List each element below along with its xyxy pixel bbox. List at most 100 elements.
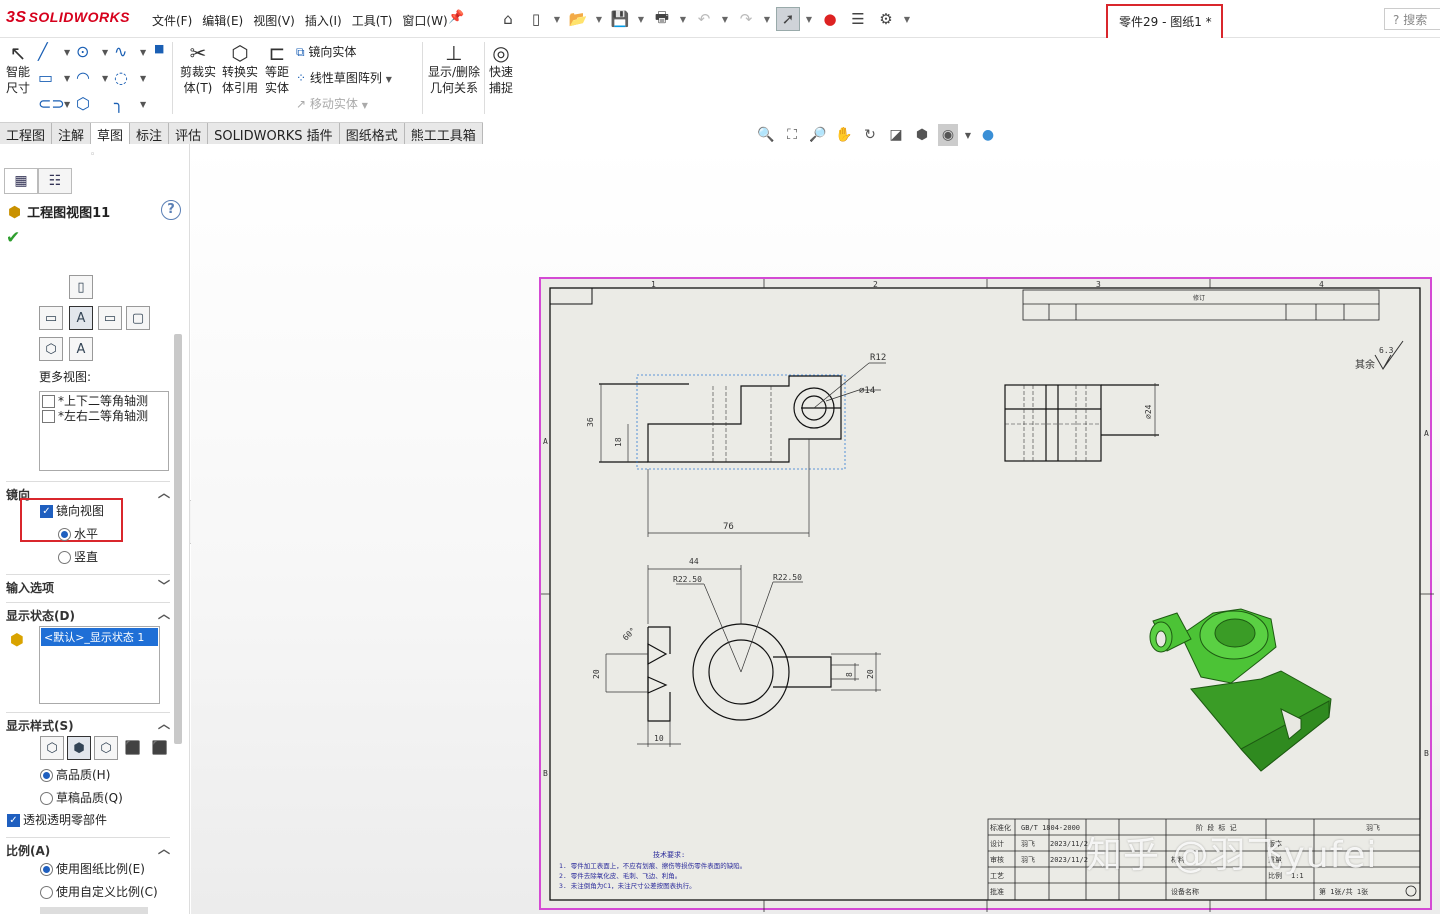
line-icon[interactable]: ╱: [38, 42, 48, 61]
chevron-down-icon[interactable]: ▼: [64, 48, 70, 57]
spline-icon[interactable]: ∿: [114, 42, 127, 61]
print-icon[interactable]: 🖶: [650, 7, 674, 31]
view-right-button[interactable]: ▭: [98, 306, 122, 330]
radio[interactable]: [58, 551, 71, 564]
pin-icon[interactable]: 📌: [448, 10, 464, 25]
chevron-down-icon[interactable]: ﹀: [158, 577, 170, 594]
wireframe-button[interactable]: ⬡: [40, 736, 64, 760]
view-back-button[interactable]: ▢: [126, 306, 150, 330]
section-icon[interactable]: ◪: [886, 124, 906, 146]
panel-scrollbar[interactable]: [174, 334, 182, 744]
shaded-edges-button[interactable]: ⬛: [121, 736, 145, 760]
scale-header[interactable]: 比例(A) ︿: [6, 837, 170, 859]
chevron-down-icon[interactable]: ▼: [64, 74, 70, 83]
tab-sheet-format[interactable]: 图纸格式: [339, 123, 405, 144]
chevron-up-icon[interactable]: ︿: [158, 840, 170, 857]
ellipse-icon[interactable]: ◌: [114, 68, 128, 87]
menu-edit[interactable]: 编辑(E): [202, 12, 243, 29]
shaded-button[interactable]: ⬛: [148, 736, 172, 760]
home-icon[interactable]: ⌂: [496, 7, 520, 31]
display-state-item[interactable]: <默认>_显示状态 1: [41, 628, 158, 646]
chevron-down-icon[interactable]: ▼: [140, 48, 146, 57]
view-left-button[interactable]: ▭: [39, 306, 63, 330]
quick-snaps-button[interactable]: ◎ 快速 捕捉: [486, 42, 516, 96]
tab-sketch[interactable]: 草图: [91, 123, 131, 144]
open-folder-icon[interactable]: 📂: [566, 7, 590, 31]
menu-file[interactable]: 文件(F): [152, 12, 192, 29]
file-properties-icon[interactable]: ☰: [846, 7, 870, 31]
tab-xiong-toolbox[interactable]: 熊工工具箱: [404, 123, 483, 144]
undo-icon[interactable]: ↶: [692, 7, 716, 31]
redo-icon[interactable]: ↷: [734, 7, 758, 31]
chevron-down-icon[interactable]: ▼: [386, 75, 392, 84]
gear-icon[interactable]: ⚙: [874, 7, 898, 31]
use-sheet-scale-radio[interactable]: 使用图纸比例(E): [40, 862, 145, 877]
radio[interactable]: [40, 769, 53, 782]
hidden-removed-button[interactable]: ⬡: [94, 736, 118, 760]
chevron-down-icon[interactable]: ▼: [804, 7, 814, 31]
property-manager-tab-icon[interactable]: ▦: [4, 168, 38, 194]
chevron-down-icon[interactable]: ▼: [636, 7, 646, 31]
display-state-header[interactable]: 显示状态(D) ︿: [6, 602, 170, 624]
display-state-list[interactable]: <默认>_显示状态 1: [39, 626, 160, 704]
new-document-icon[interactable]: ▯: [524, 7, 548, 31]
chevron-down-icon[interactable]: ▼: [902, 7, 912, 31]
chevron-down-icon[interactable]: ▼: [64, 100, 70, 109]
view-front-button[interactable]: A: [69, 306, 93, 330]
feature-tree-tab-icon[interactable]: ☷: [38, 168, 72, 194]
trim-entities-button[interactable]: ✂ 剪裁实 体(T): [178, 42, 218, 96]
polygon-icon[interactable]: ⬡: [76, 94, 90, 113]
tab-addins[interactable]: SOLIDWORKS 插件: [208, 123, 340, 144]
rectangle-icon[interactable]: ▭: [38, 68, 53, 87]
linear-pattern-button[interactable]: ⁘ 线性草图阵列 ▼: [296, 70, 392, 88]
view-bottom-button[interactable]: A: [69, 337, 93, 361]
smart-dimension-button[interactable]: ↖ 智能 尺寸: [4, 42, 32, 96]
circle-icon[interactable]: ⊙: [76, 42, 89, 61]
convert-entities-button[interactable]: ⬡ 转换实 体引用: [220, 42, 260, 96]
chevron-up-icon[interactable]: ︿: [158, 715, 170, 732]
transparent-checkbox[interactable]: ✓ 透视透明零部件: [7, 813, 107, 828]
horizontal-radio[interactable]: 水平: [58, 527, 98, 542]
tab-evaluate[interactable]: 评估: [169, 123, 209, 144]
app-logo[interactable]: 3S SOLIDWORKS: [6, 9, 130, 27]
ok-check-icon[interactable]: ✔: [6, 228, 20, 248]
zoom-area-icon[interactable]: ⛶: [782, 124, 802, 146]
menu-insert[interactable]: 插入(I): [305, 12, 342, 29]
menu-window[interactable]: 窗口(W): [402, 12, 447, 29]
chevron-up-icon[interactable]: ︿: [158, 605, 170, 622]
move-entities-button[interactable]: ↗ 移动实体 ▼: [296, 96, 368, 114]
arc-icon[interactable]: ◠: [76, 68, 90, 87]
drawing-sheet[interactable]: 1 2 3 4 A B A B 修订 其余 6.3 36 18 76 R12 ⌀…: [539, 277, 1434, 912]
appearance-icon[interactable]: ●: [978, 124, 998, 146]
menu-tools[interactable]: 工具(T): [352, 12, 393, 29]
display-relations-button[interactable]: ⊥ 显示/删除 几何关系: [426, 42, 482, 96]
view-iso-button[interactable]: ⬡: [39, 337, 63, 361]
point-icon[interactable]: ■: [154, 42, 164, 55]
use-custom-scale-radio[interactable]: 使用自定义比例(C): [40, 885, 158, 900]
radio[interactable]: [40, 863, 53, 876]
offset-entities-button[interactable]: ⊏ 等距 实体: [262, 42, 292, 96]
radio[interactable]: [58, 528, 71, 541]
slot-icon[interactable]: ⊂⊃: [38, 94, 65, 113]
high-quality-radio[interactable]: 高品质(H): [40, 768, 110, 783]
chevron-down-icon[interactable]: ▼: [678, 7, 688, 31]
chevron-down-icon[interactable]: ▼: [140, 100, 146, 109]
display-style-header[interactable]: 显示样式(S) ︿: [6, 712, 170, 734]
pan-icon[interactable]: ✋: [834, 124, 854, 146]
import-options-header[interactable]: 输入选项 ﹀: [6, 574, 170, 596]
check-icon[interactable]: ✓: [40, 505, 53, 518]
chevron-up-icon[interactable]: ︿: [158, 484, 170, 501]
chevron-down-icon[interactable]: ▼: [362, 101, 368, 110]
vertical-radio[interactable]: 竖直: [58, 550, 98, 565]
tab-annotation[interactable]: 注解: [52, 123, 92, 144]
chevron-down-icon[interactable]: ▼: [964, 124, 972, 146]
checkbox[interactable]: [42, 410, 55, 423]
rotate-icon[interactable]: ↻: [860, 124, 880, 146]
hidden-visible-button[interactable]: ⬢: [67, 736, 91, 760]
menu-view[interactable]: 视图(V): [253, 12, 295, 29]
tab-drawing[interactable]: 工程图: [0, 123, 53, 144]
zoom-icon[interactable]: 🔎: [808, 124, 828, 146]
zoom-fit-icon[interactable]: 🔍: [756, 124, 776, 146]
chevron-down-icon[interactable]: ▼: [102, 74, 108, 83]
save-icon[interactable]: 💾: [608, 7, 632, 31]
